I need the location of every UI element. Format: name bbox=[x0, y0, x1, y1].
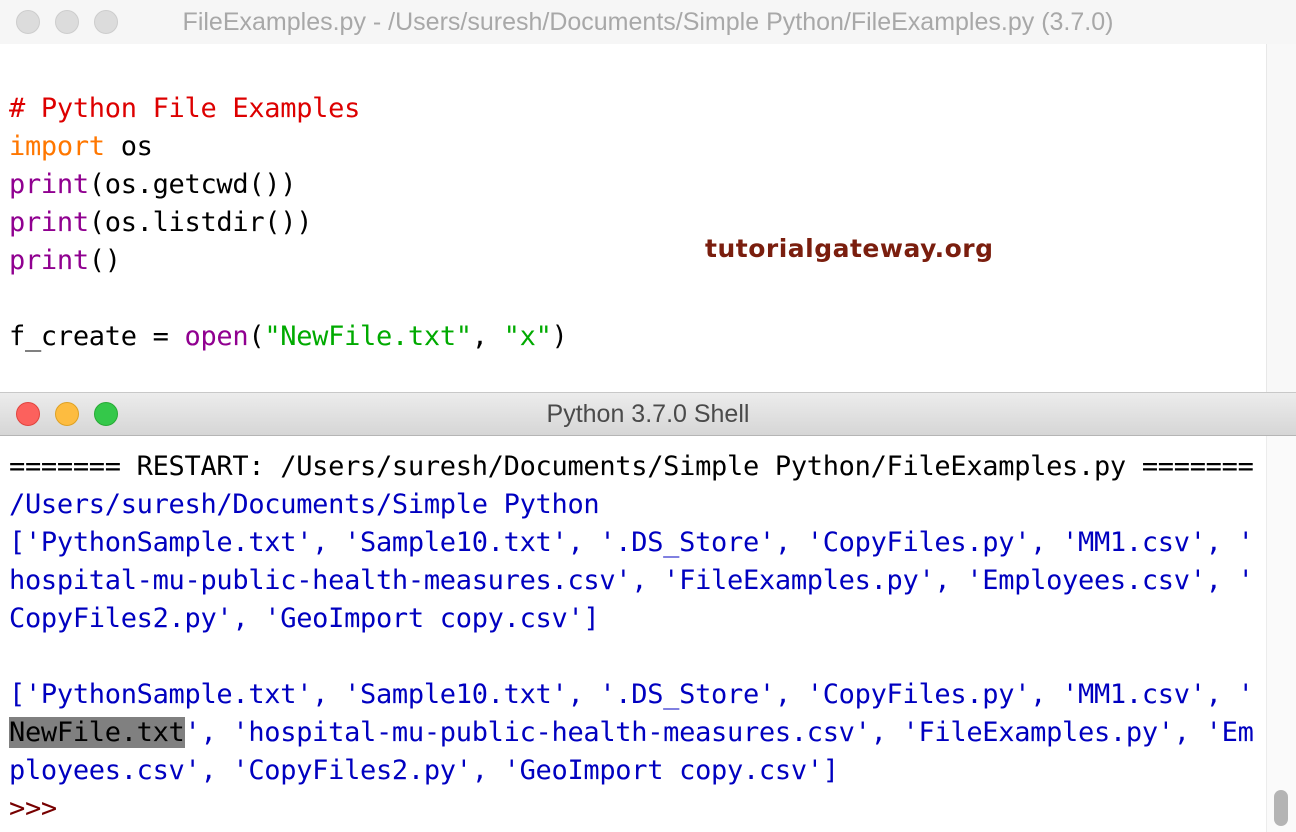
cwd-output: /Users/suresh/Documents/Simple Python bbox=[9, 489, 600, 520]
editor-window-title: FileExamples.py - /Users/suresh/Document… bbox=[182, 7, 1114, 36]
listdir-output-line: NewFile.txt', 'hospital-mu-public-health… bbox=[9, 714, 1254, 752]
code-token: , bbox=[471, 321, 504, 352]
shell-window-controls bbox=[16, 402, 118, 426]
code-line: import os bbox=[9, 128, 568, 166]
scrolled-prompt-fragment: > > > bbox=[9, 436, 90, 443]
shell-window-title: Python 3.7.0 Shell bbox=[546, 399, 750, 428]
shell-prompt[interactable]: >>> bbox=[9, 790, 57, 828]
code-editor[interactable]: # Python File Examples import os print(os.… bbox=[0, 44, 1266, 392]
code-token: print bbox=[9, 245, 89, 276]
scrollbar-thumb[interactable] bbox=[1274, 790, 1288, 826]
listdir-output-rest: ', 'hospital-mu-public-health-measures.c… bbox=[184, 717, 1254, 748]
code-token: open bbox=[184, 321, 249, 352]
code-token: print bbox=[9, 169, 89, 200]
code-line: # Python File Examples bbox=[9, 90, 568, 128]
code-line: print() bbox=[9, 242, 568, 280]
code-token: ( bbox=[248, 321, 265, 352]
code-token: ) bbox=[551, 321, 568, 352]
code-token: print bbox=[9, 207, 89, 238]
shell-scrollbar[interactable] bbox=[1266, 436, 1296, 832]
shell-output[interactable]: > > > ======= RESTART: /Users/suresh/Doc… bbox=[0, 436, 1266, 832]
watermark: tutorialgateway.org bbox=[705, 234, 994, 263]
code-token: # Python File Examples bbox=[9, 93, 361, 124]
code-token: f_create = bbox=[9, 321, 185, 352]
zoom-button[interactable] bbox=[94, 10, 118, 34]
editor-window-controls bbox=[16, 10, 118, 34]
editor-scrollbar[interactable] bbox=[1266, 44, 1296, 392]
listdir-output-line: ['PythonSample.txt', 'Sample10.txt', '.D… bbox=[9, 527, 1254, 558]
code-token: (os.listdir()) bbox=[88, 207, 313, 238]
listdir-output-line: hospital-mu-public-health-measures.csv',… bbox=[9, 565, 1254, 596]
close-button[interactable] bbox=[16, 10, 40, 34]
minimize-button[interactable] bbox=[55, 10, 79, 34]
restart-line: ======= RESTART: /Users/suresh/Documents… bbox=[9, 451, 1254, 482]
listdir-output-line: ployees.csv', 'CopyFiles2.py', 'GeoImpor… bbox=[9, 755, 839, 786]
listdir-output-line: CopyFiles2.py', 'GeoImport copy.csv'] bbox=[9, 603, 600, 634]
close-button[interactable] bbox=[16, 402, 40, 426]
code-token: () bbox=[88, 245, 121, 276]
code-token: import bbox=[9, 131, 105, 162]
code-token: "NewFile.txt" bbox=[264, 321, 472, 352]
code-token: (os.getcwd()) bbox=[88, 169, 297, 200]
shell-titlebar: Python 3.7.0 Shell bbox=[0, 392, 1296, 436]
code-line: print(os.getcwd()) bbox=[9, 166, 568, 204]
listdir-output-line: ['PythonSample.txt', 'Sample10.txt', '.D… bbox=[9, 679, 1254, 710]
code-line: f_create = open("NewFile.txt", "x") bbox=[9, 318, 568, 356]
selected-text[interactable]: NewFile.txt bbox=[9, 717, 185, 748]
code-token: "x" bbox=[503, 321, 552, 352]
minimize-button[interactable] bbox=[55, 402, 79, 426]
code-token: os bbox=[104, 131, 153, 162]
code-line: print(os.listdir()) bbox=[9, 204, 568, 242]
zoom-button[interactable] bbox=[94, 402, 118, 426]
editor-code-lines: # Python File Examples import os print(os.… bbox=[9, 90, 568, 392]
editor-titlebar: FileExamples.py - /Users/suresh/Document… bbox=[0, 0, 1296, 45]
